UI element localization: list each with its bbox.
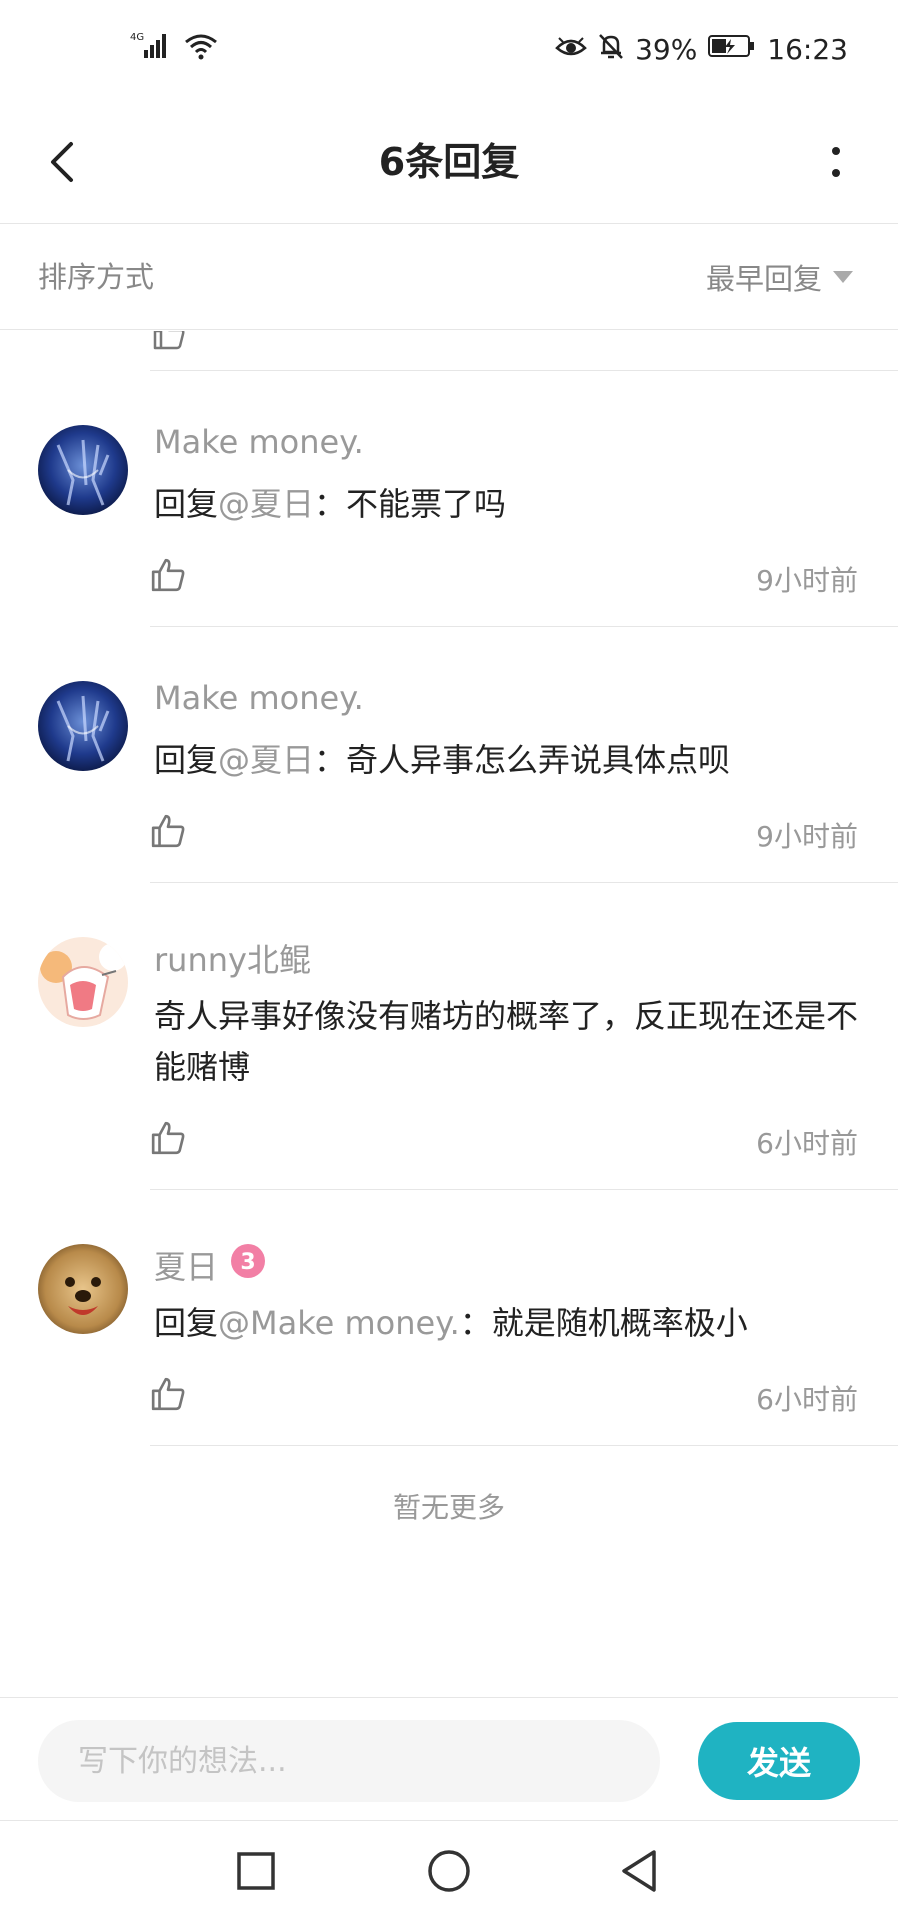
divider <box>150 1445 898 1446</box>
status-bar: 4G 39% 16:23 <box>0 0 898 100</box>
comment-body: ：不能票了吗 <box>314 485 507 523</box>
more-vertical-icon <box>832 147 840 177</box>
thumbs-up-icon <box>151 1121 185 1155</box>
avatar[interactable] <box>38 1244 128 1334</box>
comment-text: 奇人异事好像没有赌坊的概率了，反正现在还是不能赌博 <box>154 991 859 1093</box>
back-nav-button[interactable] <box>614 1846 664 1896</box>
triangle-back-icon <box>622 1850 656 1892</box>
more-options-button[interactable] <box>804 130 868 194</box>
like-button[interactable] <box>150 1120 190 1160</box>
thumbs-up-icon <box>151 814 185 848</box>
like-button[interactable] <box>150 813 190 853</box>
comment-text: 回复@Make money.：就是随机概率极小 <box>154 1298 859 1349</box>
sort-bar: 排序方式 最早回复 <box>0 224 898 330</box>
avatar[interactable] <box>38 937 128 1027</box>
list-item: Make money. 回复@夏日：不能票了吗 9小时前 <box>0 371 898 627</box>
reply-prefix: 回复 <box>154 741 219 779</box>
author-name[interactable]: runny北鲲 <box>154 935 311 981</box>
recent-apps-button[interactable] <box>231 1846 281 1896</box>
thumbs-up-icon <box>152 331 186 355</box>
timestamp: 6小时前 <box>756 1383 858 1416</box>
timestamp: 6小时前 <box>756 1127 858 1160</box>
wifi-icon <box>184 32 218 64</box>
svg-text:4G: 4G <box>130 32 144 43</box>
thumbs-up-icon <box>151 558 185 592</box>
author-name[interactable]: Make money. <box>154 423 364 461</box>
comment-text: 回复@夏日：不能票了吗 <box>154 479 859 530</box>
signal-icon: 4G <box>130 30 174 64</box>
battery-icon <box>707 33 757 66</box>
home-button[interactable] <box>424 1846 474 1896</box>
comment-body: ：奇人异事怎么弄说具体点呗 <box>314 741 731 779</box>
mention-link[interactable]: @夏日 <box>218 485 314 523</box>
back-button[interactable] <box>30 130 94 194</box>
sort-label: 排序方式 <box>38 260 155 294</box>
clock: 16:23 <box>767 33 848 66</box>
page-title: 6条回复 <box>378 140 520 184</box>
avatar[interactable] <box>38 425 128 515</box>
timestamp: 9小时前 <box>756 564 858 597</box>
caret-down-icon <box>833 271 853 283</box>
end-of-list-text: 暂无更多 <box>392 1491 505 1524</box>
top-app-bar: 6条回复 <box>0 100 898 224</box>
comment-text: 回复@夏日：奇人异事怎么弄说具体点呗 <box>154 735 859 786</box>
like-button[interactable] <box>150 1376 190 1416</box>
like-button[interactable] <box>150 557 190 597</box>
list-item: 夏日 3 回复@Make money.：就是随机概率极小 6小时前 <box>0 1190 898 1446</box>
comment-body: ：就是随机概率极小 <box>459 1304 748 1342</box>
author-name[interactable]: Make money. <box>154 679 364 717</box>
reply-prefix: 回复 <box>154 485 219 523</box>
sort-selected-value: 最早回复 <box>705 262 822 296</box>
mention-link[interactable]: @夏日 <box>218 741 314 779</box>
circle-icon <box>428 1850 470 1892</box>
send-button[interactable]: 发送 <box>698 1722 860 1800</box>
reply-prefix: 回复 <box>154 1304 219 1342</box>
bell-off-icon <box>597 32 625 67</box>
comment-input[interactable] <box>38 1720 660 1802</box>
avatar[interactable] <box>38 681 128 771</box>
level-badge-icon: 3 <box>230 1243 266 1287</box>
eye-icon <box>555 33 587 66</box>
svg-text:3: 3 <box>240 1250 255 1275</box>
list-item: runny北鲲 奇人异事好像没有赌坊的概率了，反正现在还是不能赌博 6小时前 <box>0 883 898 1190</box>
mention-link[interactable]: @Make money. <box>218 1304 460 1342</box>
battery-percent: 39% <box>635 33 698 66</box>
author-name[interactable]: 夏日 3 <box>154 1242 266 1288</box>
partial-list-item <box>0 331 898 371</box>
timestamp: 9小时前 <box>756 820 858 853</box>
compose-bar: 发送 <box>0 1697 898 1821</box>
sort-dropdown[interactable]: 最早回复 <box>706 224 854 330</box>
list-item: Make money. 回复@夏日：奇人异事怎么弄说具体点呗 9小时前 <box>0 627 898 883</box>
system-nav-bar <box>0 1822 898 1920</box>
reply-list[interactable]: Make money. 回复@夏日：不能票了吗 9小时前 Make money.… <box>0 331 898 1696</box>
thumbs-up-icon <box>151 1377 185 1411</box>
comment-body: 奇人异事好像没有赌坊的概率了，反正现在还是不能赌博 <box>154 997 859 1086</box>
square-icon <box>237 1852 275 1890</box>
chevron-left-icon <box>51 142 73 182</box>
